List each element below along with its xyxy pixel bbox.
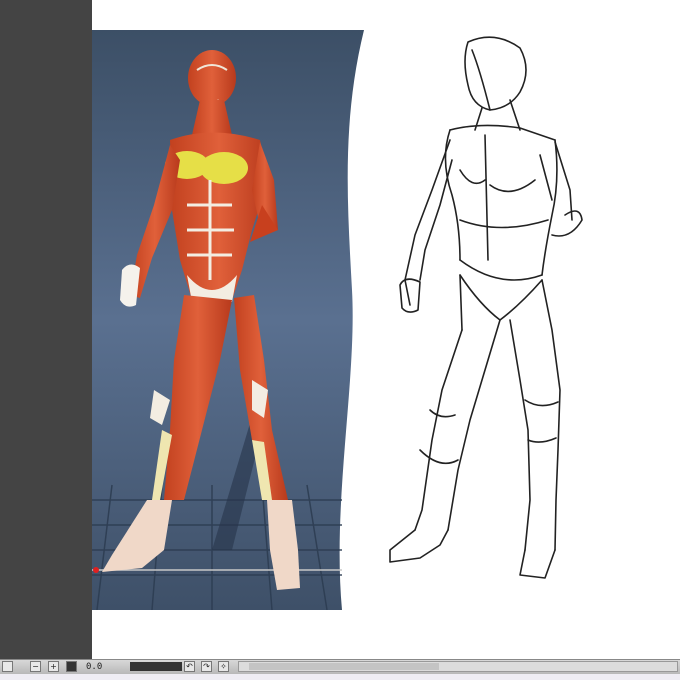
- horizontal-scrollbar[interactable]: [238, 661, 678, 672]
- window-bottom-edge: [0, 674, 680, 680]
- rotate-left-icon[interactable]: ↶: [184, 661, 195, 672]
- reference-image: [92, 30, 364, 610]
- rotate-right-icon[interactable]: ↷: [201, 661, 212, 672]
- zoom-out-icon[interactable]: −: [30, 661, 41, 672]
- left-tool-panel: [0, 0, 92, 660]
- fit-screen-icon[interactable]: [66, 661, 77, 672]
- zoom-level-readout: 0.0: [86, 662, 103, 672]
- nav-left-icon[interactable]: [2, 661, 13, 672]
- sketch-drawing: [389, 36, 583, 579]
- zoom-in-icon[interactable]: +: [48, 661, 59, 672]
- canvas-statusbar: − + 0.0 ↶ ↷ ✧: [0, 659, 680, 674]
- zoom-slider[interactable]: [130, 662, 182, 671]
- scrollbar-thumb[interactable]: [249, 663, 439, 670]
- reset-rotation-icon[interactable]: ✧: [218, 661, 229, 672]
